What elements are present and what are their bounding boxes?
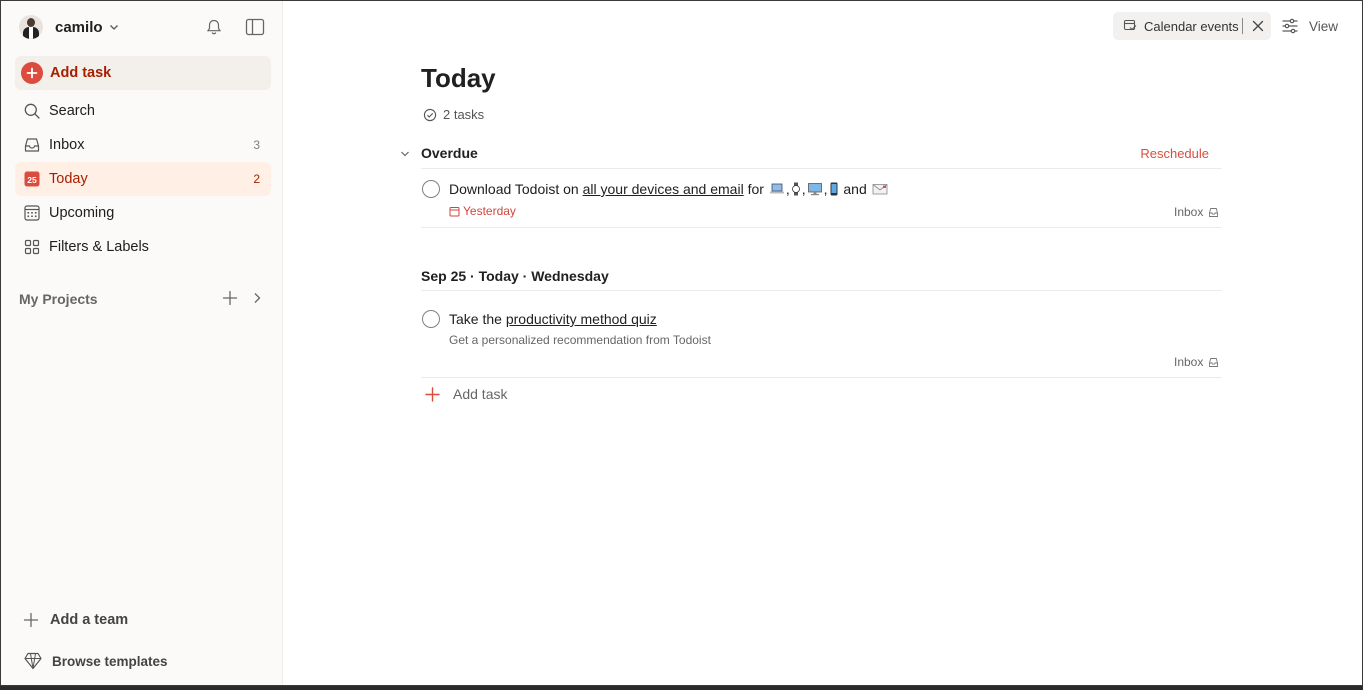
task-title[interactable]: Take the productivity method quiz	[449, 311, 657, 327]
task-link[interactable]: all your devices and email	[583, 181, 744, 197]
inbox-icon	[1209, 207, 1219, 217]
calendar-sync-icon	[1123, 19, 1137, 31]
view-label: View	[1309, 18, 1339, 34]
calendar-events-button[interactable]: Calendar events	[1113, 12, 1271, 40]
sidebar-nav: Search Inbox 3 25 Today 2 Upcoming Filte…	[15, 94, 271, 264]
project-label: Inbox	[1174, 355, 1204, 369]
view-options-button[interactable]: View	[1281, 15, 1338, 37]
chevron-right-icon[interactable]	[249, 289, 265, 310]
task-count-label: 2 tasks	[443, 107, 485, 122]
my-projects-header[interactable]: My Projects	[19, 289, 271, 309]
plus-icon	[23, 612, 39, 628]
sidebar-item-label: Inbox	[49, 137, 85, 153]
chevron-down-icon	[109, 25, 118, 30]
divider	[421, 290, 1222, 291]
add-task-label: Add task	[50, 65, 112, 81]
add-task-inline-label: Add task	[453, 386, 508, 402]
diamond-template-icon	[24, 652, 42, 670]
browse-templates-label: Browse templates	[52, 653, 168, 669]
calendar-events-label: Calendar events	[1144, 18, 1239, 34]
app-window: camilo Add task Search Inbox 3 25 Today …	[0, 0, 1363, 686]
inbox-icon	[1209, 357, 1219, 367]
laptop-emoji-icon	[769, 183, 784, 194]
due-label: Yesterday	[463, 204, 516, 218]
check-circle-icon	[423, 108, 437, 121]
collapse-chevron-icon[interactable]	[399, 147, 411, 163]
divider	[421, 168, 1222, 169]
add-task-inline-button[interactable]: Add task	[425, 386, 507, 402]
sliders-icon	[1282, 18, 1298, 34]
phone-emoji-icon	[830, 182, 837, 196]
plus-icon	[425, 386, 440, 402]
add-project-icon[interactable]	[221, 289, 239, 310]
sidebar-item-search[interactable]: Search	[15, 94, 271, 128]
svg-text:25: 25	[27, 175, 37, 185]
close-icon[interactable]	[1249, 17, 1267, 35]
inbox-icon	[22, 135, 42, 155]
add-team-button[interactable]: Add a team	[23, 612, 128, 628]
notifications-bell-icon[interactable]	[202, 15, 226, 39]
today-count: 2	[253, 172, 260, 186]
add-team-label: Add a team	[50, 612, 129, 628]
divider	[421, 377, 1222, 378]
upcoming-calendar-icon	[22, 203, 42, 223]
my-projects-label: My Projects	[19, 291, 98, 307]
plus-circle-icon	[21, 62, 43, 84]
sidebar-item-label: Today	[49, 171, 88, 187]
sidebar-item-filters-labels[interactable]: Filters & Labels	[15, 230, 271, 264]
today-section-header: Sep 25 · Today · Wednesday	[421, 265, 1222, 287]
envelope-emoji-icon	[872, 184, 888, 195]
reschedule-button[interactable]: Reschedule	[1140, 146, 1209, 161]
sidebar-item-upcoming[interactable]: Upcoming	[15, 196, 271, 230]
desktop-emoji-icon	[807, 183, 822, 196]
username: camilo	[55, 18, 103, 36]
due-date[interactable]: Yesterday	[449, 204, 516, 218]
divider	[421, 227, 1222, 228]
sidebar: camilo Add task Search Inbox 3 25 Today …	[1, 1, 283, 685]
search-icon	[22, 101, 42, 121]
task-link[interactable]: productivity method quiz	[506, 311, 657, 327]
avatar	[19, 15, 43, 39]
project-label: Inbox	[1174, 205, 1204, 219]
sidebar-item-label: Upcoming	[49, 205, 115, 221]
user-menu[interactable]: camilo	[19, 14, 119, 40]
calendar-icon	[449, 206, 460, 216]
task-count: 2 tasks	[423, 107, 484, 122]
task-title[interactable]: Download Todoist on all your devices and…	[449, 181, 889, 197]
page-title: Today	[421, 63, 496, 93]
today-calendar-icon: 25	[22, 169, 42, 189]
filters-grid-icon	[22, 237, 42, 257]
sidebar-item-inbox[interactable]: Inbox 3	[15, 128, 271, 162]
overdue-label: Overdue	[421, 145, 478, 161]
toggle-sidebar-icon[interactable]	[243, 15, 267, 39]
today-section-label: Sep 25 · Today · Wednesday	[421, 268, 609, 284]
sidebar-item-label: Search	[49, 103, 95, 119]
task-description: Get a personalized recommendation from T…	[449, 333, 711, 347]
overdue-section-header: Overdue Reschedule	[421, 142, 1222, 164]
sidebar-item-label: Filters & Labels	[49, 239, 149, 255]
browse-templates-button[interactable]: Browse templates	[23, 651, 168, 671]
sidebar-item-today[interactable]: 25 Today 2	[15, 162, 271, 196]
project-tag[interactable]: Inbox	[1174, 205, 1219, 219]
add-task-button[interactable]: Add task	[15, 56, 271, 90]
task-complete-checkbox[interactable]	[422, 310, 440, 328]
inbox-count: 3	[253, 138, 260, 152]
watch-emoji-icon	[791, 182, 800, 196]
project-tag[interactable]: Inbox	[1174, 355, 1219, 369]
task-complete-checkbox[interactable]	[422, 180, 440, 198]
